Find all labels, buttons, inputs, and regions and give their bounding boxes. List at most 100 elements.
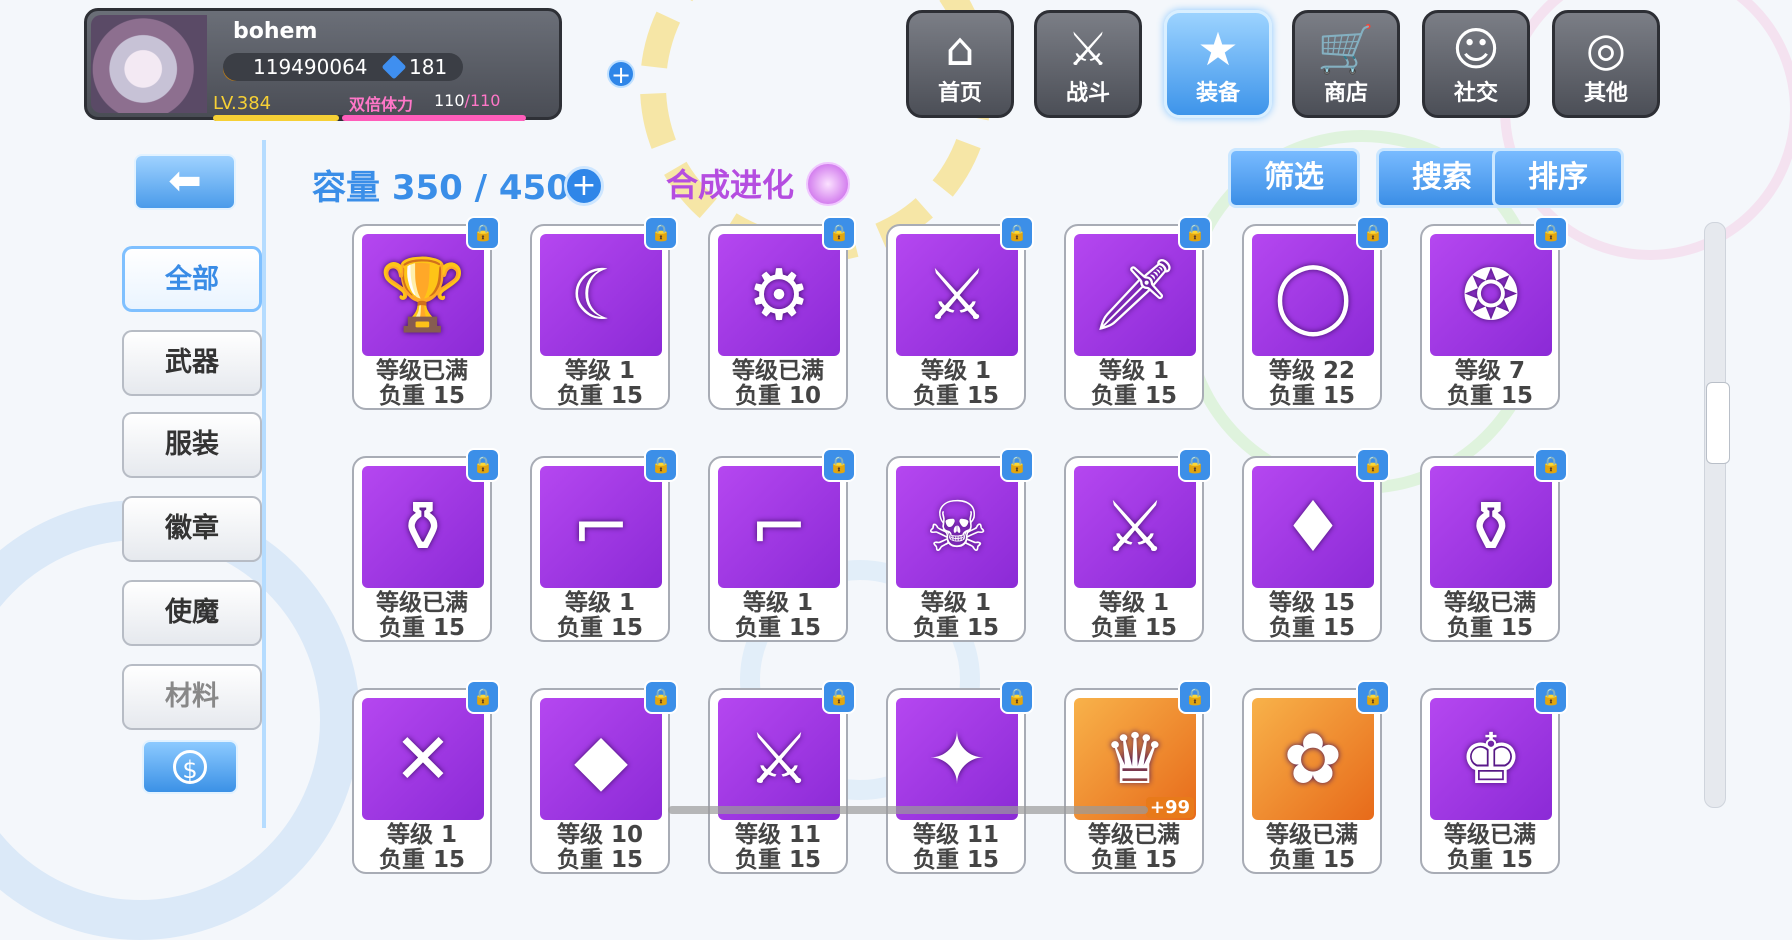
- player-avatar[interactable]: [91, 15, 207, 113]
- item-level: 等级 1: [920, 590, 991, 616]
- nav-cart[interactable]: 🛒 商店: [1292, 10, 1400, 118]
- equipment-item[interactable]: ◆ 🔒 等级 10 负重 15: [530, 680, 678, 874]
- item-count-badge: +99: [1145, 797, 1194, 818]
- lock-icon[interactable]: 🔒: [466, 216, 500, 250]
- sidebar-tab[interactable]: 使魔: [122, 580, 262, 646]
- lock-icon[interactable]: 🔒: [644, 680, 678, 714]
- spear-icon: ⚔: [747, 718, 811, 800]
- nav-ghost[interactable]: ☺ 社交: [1422, 10, 1530, 118]
- equipment-item[interactable]: 🏆 🔒 等级已满 负重 15: [352, 216, 500, 410]
- equipment-item[interactable]: ☠ 🔒 等级 1 负重 15: [886, 448, 1034, 642]
- lock-icon[interactable]: 🔒: [822, 448, 856, 482]
- add-currency-button[interactable]: +: [607, 60, 635, 88]
- sidebar-tab[interactable]: 材料: [122, 664, 262, 730]
- equipment-item[interactable]: ⚙ 🔒 等级已满 负重 10: [708, 216, 856, 410]
- ghost-icon: ☺: [1452, 22, 1500, 76]
- equipment-item[interactable]: ⌐ 🔒 等级 1 负重 15: [708, 448, 856, 642]
- item-weight: 负重 15: [912, 847, 999, 873]
- lock-icon[interactable]: 🔒: [644, 448, 678, 482]
- sidebar-tab[interactable]: 武器: [122, 330, 262, 396]
- dress-icon: ♛: [1103, 718, 1167, 800]
- equipment-item[interactable]: ⚱ 🔒 等级已满 负重 15: [1420, 448, 1568, 642]
- inventory-capacity: 容量 350 / 450: [312, 168, 570, 208]
- lantern-icon: ⚱: [1461, 486, 1521, 568]
- equipment-item[interactable]: ❂ 🔒 等级 7 负重 15: [1420, 216, 1568, 410]
- blade-icon: 🗡: [1090, 253, 1180, 336]
- rifle-icon: ⚔: [1103, 486, 1167, 568]
- lock-icon[interactable]: 🔒: [822, 216, 856, 250]
- item-level: 等级已满: [1088, 822, 1180, 848]
- lock-icon[interactable]: 🔒: [466, 680, 500, 714]
- item-artwork: ♚: [1430, 698, 1552, 820]
- currency-exchange-button[interactable]: $: [142, 740, 238, 794]
- synthesis-icon[interactable]: [806, 162, 850, 206]
- equipment-item[interactable]: ◯ 🔒 等级 22 负重 15: [1242, 216, 1390, 410]
- equipment-item[interactable]: ✿ 🔒 等级已满 负重 15: [1242, 680, 1390, 874]
- inventory-scrollbar[interactable]: [1704, 222, 1726, 808]
- lock-icon[interactable]: 🔒: [1178, 680, 1212, 714]
- item-level: 等级已满: [1444, 822, 1536, 848]
- nav-star-gun[interactable]: ★ 装备: [1164, 10, 1272, 118]
- item-artwork: ⚱: [1430, 466, 1552, 588]
- lock-icon[interactable]: 🔒: [1534, 448, 1568, 482]
- sidebar-tab[interactable]: 徽章: [122, 496, 262, 562]
- item-level: 等级 10: [556, 822, 643, 848]
- item-weight: 负重 15: [556, 847, 643, 873]
- item-weight: 负重 15: [556, 615, 643, 641]
- equipment-item[interactable]: ♚ 🔒 等级已满 负重 15: [1420, 680, 1568, 874]
- lock-icon[interactable]: 🔒: [466, 448, 500, 482]
- stamina-max: /110: [464, 91, 501, 110]
- item-artwork: ⚙: [718, 234, 840, 356]
- item-weight: 负重 15: [1446, 847, 1533, 873]
- lock-icon[interactable]: 🔒: [1356, 216, 1390, 250]
- player-name: bohem: [233, 19, 318, 44]
- equipment-item[interactable]: ♛ +99 🔒 等级已满 负重 15: [1064, 680, 1212, 874]
- lock-icon[interactable]: 🔒: [822, 680, 856, 714]
- filter-button[interactable]: 筛选: [1228, 148, 1360, 208]
- sidebar-tab[interactable]: 服装: [122, 412, 262, 478]
- item-weight: 负重 15: [556, 383, 643, 409]
- turret-icon: ⚙: [747, 254, 811, 336]
- lock-icon[interactable]: 🔒: [1000, 680, 1034, 714]
- chalice-icon: 🏆: [379, 253, 467, 336]
- sidebar-tab[interactable]: 全部: [122, 246, 262, 312]
- equipment-item[interactable]: ♦ 🔒 等级 15 负重 15: [1242, 448, 1390, 642]
- player-profile-panel[interactable]: bohem $ 119490064 181 + LV.384 双倍体力 110/…: [84, 8, 635, 121]
- scythe-icon: ☾: [569, 254, 633, 336]
- sort-button[interactable]: 排序: [1492, 148, 1624, 208]
- item-level: 等级 1: [1098, 358, 1169, 384]
- equipment-item[interactable]: ✕ 🔒 等级 1 负重 15: [352, 680, 500, 874]
- item-level: 等级已满: [1444, 590, 1536, 616]
- lock-icon[interactable]: 🔒: [1534, 680, 1568, 714]
- item-weight: 负重 15: [378, 383, 465, 409]
- lock-icon[interactable]: 🔒: [1178, 448, 1212, 482]
- scrollbar-thumb[interactable]: [1706, 382, 1730, 464]
- back-button[interactable]: ⬅: [134, 154, 236, 210]
- item-weight: 负重 15: [1446, 383, 1533, 409]
- equipment-item[interactable]: ✦ 🔒 等级 11 负重 15: [886, 680, 1034, 874]
- equipment-item[interactable]: ☾ 🔒 等级 1 负重 15: [530, 216, 678, 410]
- lock-icon[interactable]: 🔒: [1356, 448, 1390, 482]
- equipment-item[interactable]: ⚔ 🔒 等级 11 负重 15: [708, 680, 856, 874]
- nav-house[interactable]: ⌂ 首页: [906, 10, 1014, 118]
- lock-icon[interactable]: 🔒: [644, 216, 678, 250]
- lock-icon[interactable]: 🔒: [1178, 216, 1212, 250]
- equipment-item[interactable]: ⚔ 🔒 等级 1 负重 15: [886, 216, 1034, 410]
- item-artwork: 🗡: [1074, 234, 1196, 356]
- item-weight: 负重 15: [912, 615, 999, 641]
- equipment-item[interactable]: ⌐ 🔒 等级 1 负重 15: [530, 448, 678, 642]
- expand-capacity-button[interactable]: +: [564, 166, 604, 206]
- equipment-item[interactable]: 🗡 🔒 等级 1 负重 15: [1064, 216, 1212, 410]
- lock-icon[interactable]: 🔒: [1356, 680, 1390, 714]
- lock-icon[interactable]: 🔒: [1000, 448, 1034, 482]
- lock-icon[interactable]: 🔒: [1000, 216, 1034, 250]
- search-button[interactable]: 搜索: [1376, 148, 1508, 208]
- equipment-item[interactable]: ⚔ 🔒 等级 1 负重 15: [1064, 448, 1212, 642]
- crossbow-icon: ✕: [393, 718, 453, 800]
- nav-settings[interactable]: ◎ 其他: [1552, 10, 1660, 118]
- lock-icon[interactable]: 🔒: [1534, 216, 1568, 250]
- item-level: 等级 1: [564, 590, 635, 616]
- equipment-item[interactable]: ⚱ 🔒 等级已满 负重 15: [352, 448, 500, 642]
- nav-swords[interactable]: ⚔ 战斗: [1034, 10, 1142, 118]
- synthesis-evolve-link[interactable]: 合成进化: [666, 160, 794, 206]
